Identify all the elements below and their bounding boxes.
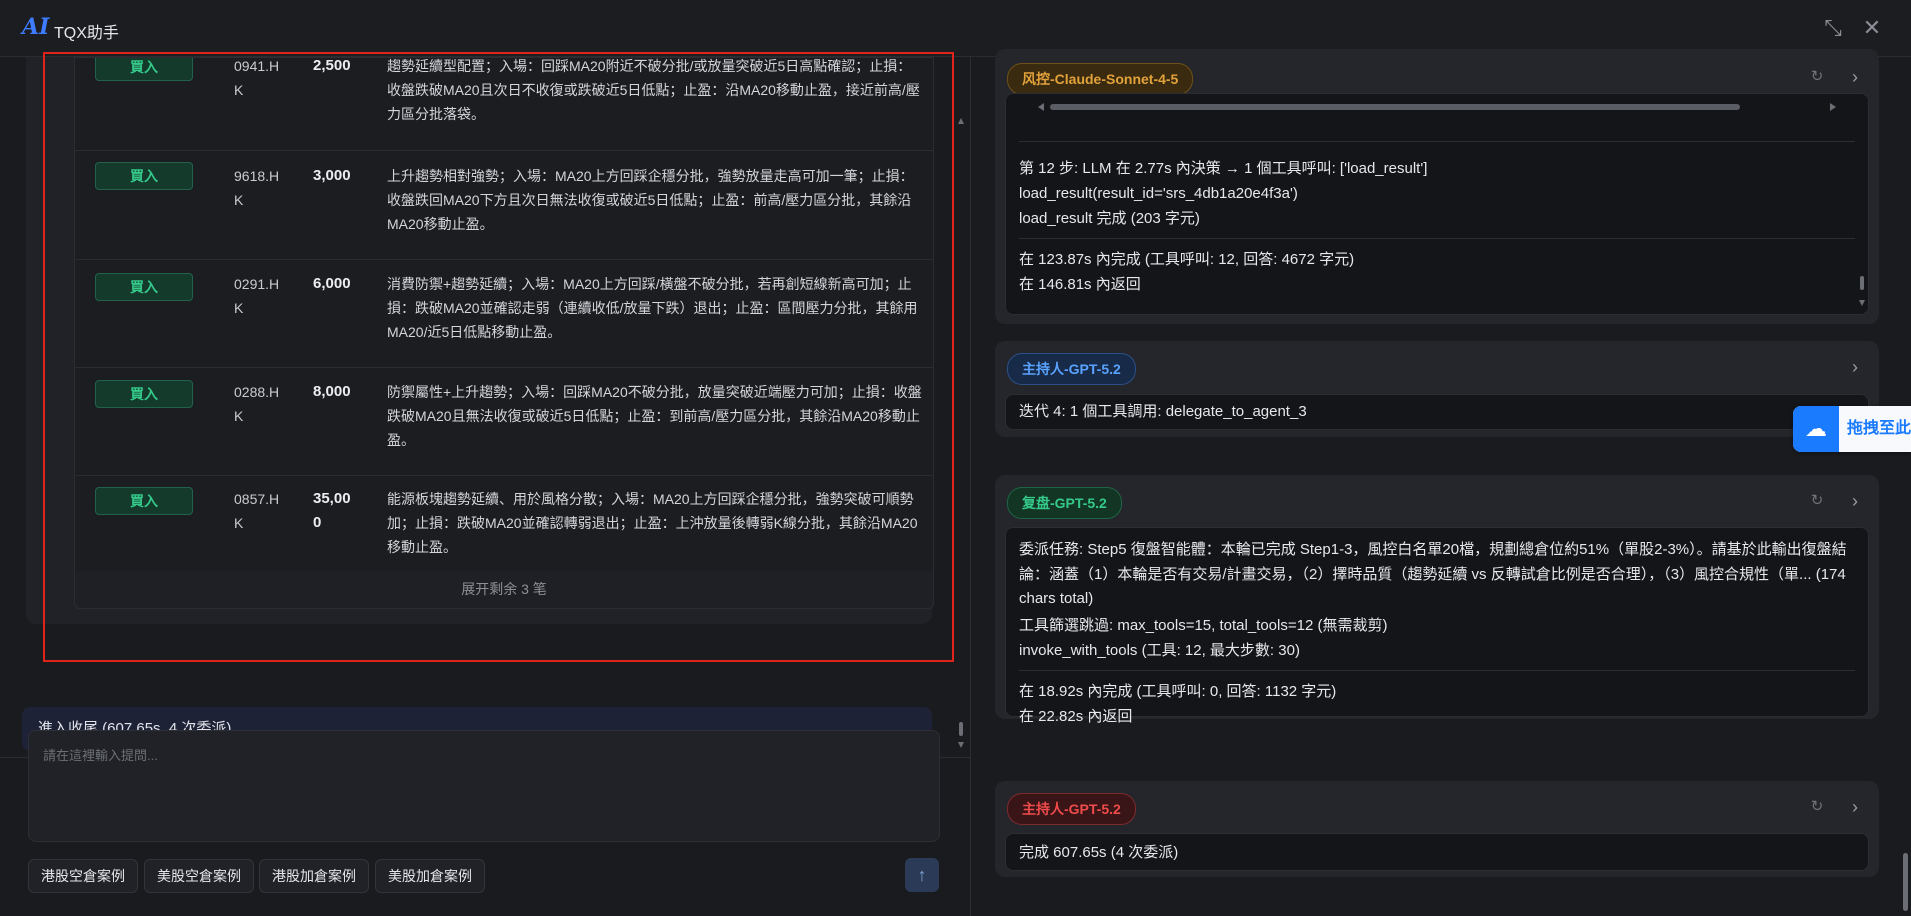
question-input-wrapper	[28, 730, 940, 842]
strategy-text: 防禦屬性+上升趨勢；入場：回踩MA20不破分批，放量突破近端壓力可加；止損：收盤…	[387, 384, 922, 448]
quantity: 6,000	[313, 275, 351, 292]
log-line: 工具篩選跳過: max_tools=15, total_tools=12 (無需…	[1019, 617, 1388, 634]
buy-badge: 買入	[95, 162, 193, 190]
strategy-text: 能源板塊趨勢延續、用於風格分散；入場：MA20上方回踩企穩分批，強勢突破可順勢加…	[387, 491, 918, 555]
preset-hk-empty-button[interactable]: 港股空倉案例	[28, 859, 138, 893]
quantity: 3,000	[313, 167, 351, 184]
agent-tag: 主持人-GPT-5.2	[1007, 353, 1136, 385]
log-line: invoke_with_tools (工具: 12, 最大步數: 30)	[1019, 642, 1300, 659]
quantity: 2,500	[313, 57, 351, 74]
table-row: 買入 0291.HK 6,000 消費防禦+趨勢延續；入場：MA20上方回踩/橫…	[75, 259, 933, 368]
log-line: 完成 607.65s (4 次委派)	[1019, 844, 1179, 861]
question-input[interactable]	[29, 731, 939, 841]
log-line: load_result 完成 (203 字元)	[1019, 210, 1200, 227]
summary-line: 在 22.82s 內返回	[1019, 708, 1133, 725]
strategy-text: 上升趨勢相對強勢；入場：MA20上方回踩企穩分批，強勢放量走高可加一筆；止損：收…	[387, 168, 914, 232]
agent-tag: 风控-Claude-Sonnet-4-5	[1007, 63, 1194, 95]
strategy-text: 消費防禦+趨勢延續；入場：MA20上方回踩/橫盤不破分批，若再創短線新高可加；止…	[387, 276, 918, 340]
preset-hk-add-button[interactable]: 港股加倉案例	[259, 859, 369, 893]
left-scrollbar[interactable]	[958, 114, 964, 754]
trade-table: 買入 0941.HK 2,500 趨勢延續型配置；入場：回踩MA20附近不破分批…	[74, 57, 934, 609]
stock-code: 0941.HK	[234, 58, 280, 98]
agent-tag: 复盘-GPT-5.2	[1007, 487, 1122, 519]
strategy-text: 趨勢延續型配置；入場：回踩MA20附近不破分批/或放量突破近5日高點確認；止損：…	[387, 58, 920, 122]
buy-badge: 買入	[95, 58, 193, 81]
chevron-right-icon[interactable]: ›	[1845, 67, 1865, 87]
app-title: TQX助手	[54, 25, 119, 42]
agent-message-review: 复盘-GPT-5.2 ↻ › 委派任務: Step5 復盤智能體：本輪已完成 S…	[995, 475, 1879, 725]
agent-output: 委派任務: Step5 復盤智能體：本輪已完成 Step1-3，風控白名單20檔…	[1005, 527, 1869, 725]
chevron-right-icon[interactable]: ›	[1845, 491, 1865, 511]
table-row: 買入 0857.HK 35,000 能源板塊趨勢延續、用於風格分散；入場：MA2…	[75, 475, 933, 572]
agent-output: 完成 607.65s (4 次委派)	[1005, 833, 1869, 871]
cloud-icon: ☁	[1793, 406, 1839, 452]
quantity: 8,000	[313, 383, 351, 400]
buy-badge: 買入	[95, 273, 193, 301]
buy-badge: 買入	[95, 487, 193, 515]
stock-code: 0288.HK	[234, 384, 280, 424]
log-line: 迭代 4: 1 個工具調用: delegate_to_agent_3	[1019, 403, 1307, 420]
agent-message-risk: 风控-Claude-Sonnet-4-5 ↻ › 第 12 步: LLM 在 2…	[995, 49, 1879, 324]
log-line: 第 12 步: LLM 在 2.77s 內決策 → 1 個工具呼叫: ['loa…	[1019, 160, 1428, 177]
right-scrollbar[interactable]	[1903, 853, 1908, 911]
expand-rest-button[interactable]: 展开剩余 3 笔	[75, 571, 933, 608]
vertical-scrollbar[interactable]	[1859, 276, 1865, 310]
stock-code: 0857.HK	[234, 491, 280, 531]
log-line: load_result(result_id='srs_4db1a20e4f3a'…	[1019, 185, 1298, 202]
agent-output: 第 12 步: LLM 在 2.77s 內決策 → 1 個工具呼叫: ['loa…	[1005, 93, 1869, 315]
agent-log-panel: 风控-Claude-Sonnet-4-5 ↻ › 第 12 步: LLM 在 2…	[971, 49, 1911, 916]
summary-line: 在 18.92s 內完成 (工具呼叫: 0, 回答: 1132 字元)	[1019, 683, 1337, 700]
stock-code: 9618.HK	[234, 168, 280, 208]
log-text: 委派任務: Step5 復盤智能體：本輪已完成 Step1-3，風控白名單20檔…	[1019, 541, 1847, 607]
chat-panel: 買入 0941.HK 2,500 趨勢延續型配置；入場：回踩MA20附近不破分批…	[0, 57, 970, 916]
summary-line: 在 123.87s 內完成 (工具呼叫: 12, 回答: 4672 字元)	[1019, 251, 1355, 268]
preset-us-add-button[interactable]: 美股加倉案例	[375, 859, 485, 893]
drag-drop-widget[interactable]: ☁ 拖拽至此	[1793, 406, 1911, 452]
horizontal-scrollbar[interactable]	[1034, 102, 1840, 112]
refresh-icon[interactable]: ↻	[1807, 67, 1827, 87]
send-button[interactable]: ↑	[905, 858, 939, 892]
app-logo: AI	[22, 14, 50, 40]
drag-hint-label: 拖拽至此	[1847, 420, 1911, 437]
quantity: 35,000	[313, 490, 351, 531]
agent-output: 迭代 4: 1 個工具調用: delegate_to_agent_3	[1005, 394, 1869, 430]
refresh-icon[interactable]: ↻	[1807, 797, 1827, 817]
preset-us-empty-button[interactable]: 美股空倉案例	[144, 859, 254, 893]
result-card: 買入 0941.HK 2,500 趨勢延續型配置；入場：回踩MA20附近不破分批…	[26, 57, 934, 624]
agent-message-host: 主持人-GPT-5.2 › 迭代 4: 1 個工具調用: delegate_to…	[995, 341, 1879, 437]
summary-line: 在 146.81s 內返回	[1019, 276, 1141, 293]
table-row: 買入 0941.HK 2,500 趨勢延續型配置；入場：回踩MA20附近不破分批…	[75, 57, 933, 151]
refresh-icon[interactable]: ↻	[1807, 491, 1827, 511]
agent-tag: 主持人-GPT-5.2	[1007, 793, 1136, 825]
close-icon[interactable]: ✕	[1858, 14, 1886, 42]
agent-message-host-final: 主持人-GPT-5.2 ↻ › 完成 607.65s (4 次委派)	[995, 781, 1879, 877]
minimize-icon[interactable]: ⤡	[1819, 14, 1847, 42]
stock-code: 0291.HK	[234, 276, 280, 316]
table-row: 買入 0288.HK 8,000 防禦屬性+上升趨勢；入場：回踩MA20不破分批…	[75, 367, 933, 476]
table-row: 買入 9618.HK 3,000 上升趨勢相對強勢；入場：MA20上方回踩企穩分…	[75, 150, 933, 260]
buy-badge: 買入	[95, 380, 193, 408]
chevron-right-icon[interactable]: ›	[1845, 357, 1865, 377]
chevron-right-icon[interactable]: ›	[1845, 797, 1865, 817]
